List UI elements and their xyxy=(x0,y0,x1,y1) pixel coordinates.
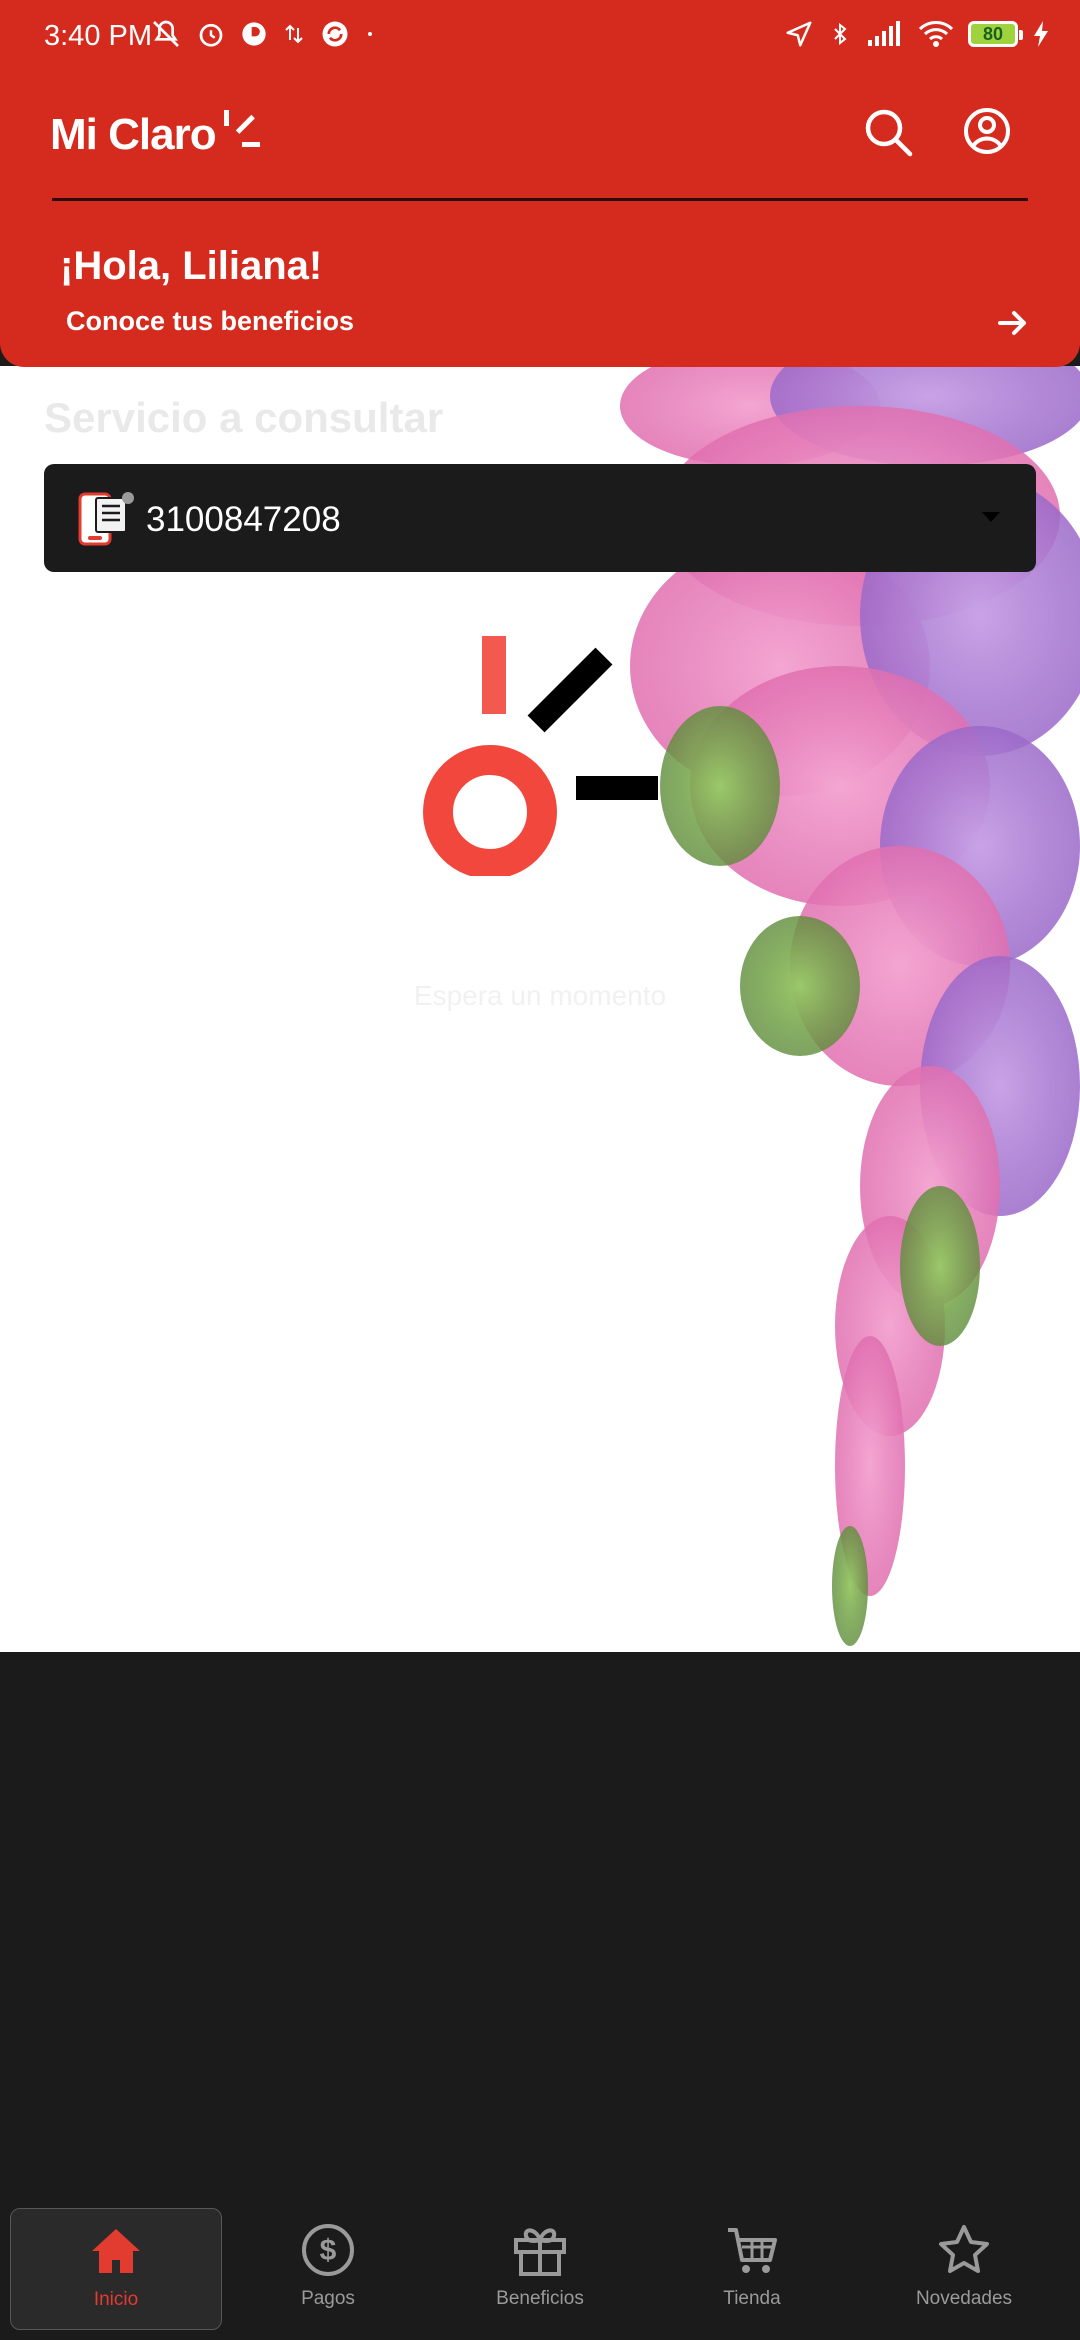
wifi-icon xyxy=(918,21,954,47)
benefits-link[interactable]: Conoce tus beneficios xyxy=(66,306,354,337)
service-select[interactable]: 3100847208 xyxy=(44,464,1036,572)
section-title: Servicio a consultar xyxy=(44,394,444,441)
nav-item-pagos[interactable]: $ Pagos xyxy=(222,2208,434,2330)
nav-label-inicio: Inicio xyxy=(93,2289,139,2310)
content-area: Servicio a consultar 3100847208 Espera u… xyxy=(0,366,1080,1652)
nav-item-beneficios[interactable]: Beneficios xyxy=(434,2208,646,2330)
home-icon xyxy=(92,2229,140,2273)
claro-loading-spinner-icon xyxy=(423,636,658,876)
notifications-muted-icon xyxy=(153,20,179,47)
svg-text:$: $ xyxy=(320,2234,337,2267)
nav-label-novedades: Novedades xyxy=(915,2288,1013,2309)
battery-level: 80 xyxy=(982,23,1004,44)
data-transfer-icon xyxy=(285,24,303,44)
app-notification-icon xyxy=(242,22,266,46)
status-right-icons: 80 xyxy=(784,18,1050,50)
nav-item-tienda[interactable]: Tienda xyxy=(646,2208,858,2330)
location-icon xyxy=(786,21,812,47)
selected-phone-number: 3100847208 xyxy=(146,500,341,539)
bluetooth-icon xyxy=(834,22,847,46)
chevron-down-icon[interactable] xyxy=(982,512,1000,522)
dot-icon xyxy=(368,32,372,36)
phone-service-icon xyxy=(78,492,134,546)
search-icon[interactable] xyxy=(862,106,914,158)
nav-label-pagos: Pagos xyxy=(301,2288,355,2309)
nav-label-beneficios: Beneficios xyxy=(496,2288,584,2309)
gift-icon xyxy=(514,2228,566,2276)
sync-app-icon xyxy=(322,21,348,47)
star-icon xyxy=(939,2225,989,2273)
battery-indicator: 80 xyxy=(968,21,1023,47)
nav-label-tienda: Tienda xyxy=(723,2288,781,2309)
cart-icon xyxy=(728,2228,777,2273)
alarm-icon xyxy=(199,23,223,47)
charging-icon xyxy=(1034,21,1048,47)
header-divider xyxy=(52,198,1028,201)
claro-mark-icon xyxy=(223,110,260,147)
logo-text: Mi Claro xyxy=(50,110,217,159)
status-time: 3:40 PM xyxy=(44,20,152,52)
status-bar: 3:40 PM 80 xyxy=(0,0,1080,76)
profile-icon[interactable] xyxy=(962,106,1012,156)
nav-item-inicio[interactable]: Inicio xyxy=(10,2208,222,2330)
status-left-icons xyxy=(150,18,376,50)
mi-claro-logo: Mi Claro xyxy=(50,100,264,170)
greeting: ¡Hola, Liliana! xyxy=(60,244,323,288)
dollar-icon: $ xyxy=(302,2224,354,2276)
bottom-nav: Inicio $ Pagos Beneficios Tienda Novedad… xyxy=(0,2200,1080,2340)
signal-icon xyxy=(868,21,900,46)
header: 3:40 PM 80 Mi Claro ¡Hola, Liliana! Cono… xyxy=(0,0,1080,367)
nav-item-novedades[interactable]: Novedades xyxy=(858,2208,1070,2330)
arrow-right-icon[interactable] xyxy=(996,306,1030,340)
app-root: 3:40 PM 80 Mi Claro ¡Hola, Liliana! Cono… xyxy=(0,0,1080,2340)
loading-message: Espera un momento xyxy=(413,980,667,1011)
